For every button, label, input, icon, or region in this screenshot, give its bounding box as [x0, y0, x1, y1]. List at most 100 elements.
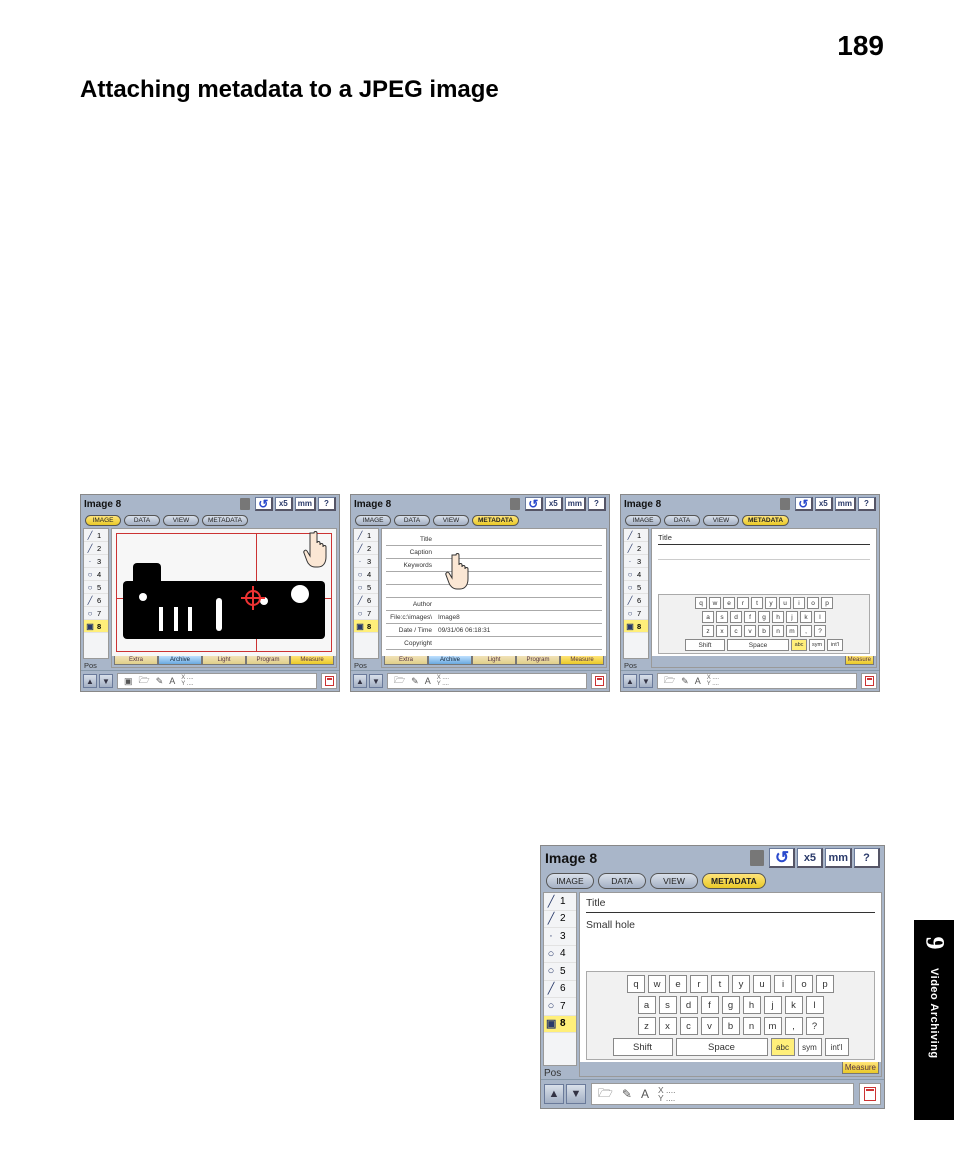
key[interactable]: h [743, 996, 761, 1014]
key[interactable]: d [680, 996, 698, 1014]
tab-data[interactable]: DATA [664, 515, 700, 526]
key-mode-intl[interactable]: int'l [825, 1038, 849, 1056]
key[interactable]: c [680, 1017, 698, 1035]
unit-mm-button[interactable]: mm [835, 497, 856, 511]
title-input-value[interactable]: Small hole [586, 919, 875, 933]
undo-button[interactable]: ↺ [769, 848, 795, 868]
open-icon[interactable]: 🗁 [598, 1084, 613, 1105]
text-a-icon[interactable]: A [695, 676, 701, 686]
tab-image[interactable]: IMAGE [546, 873, 594, 889]
key[interactable]: s [659, 996, 677, 1014]
strip-measure[interactable]: Measure [290, 656, 334, 665]
unit-mm-button[interactable]: mm [825, 848, 852, 868]
key[interactable]: u [753, 975, 771, 993]
key-mode-abc[interactable]: abc [771, 1038, 795, 1056]
tab-metadata[interactable]: METADATA [742, 515, 789, 526]
pen-icon[interactable]: ✎ [411, 676, 419, 687]
key[interactable]: x [659, 1017, 677, 1035]
strip-measure[interactable]: Measure [560, 656, 604, 665]
pen-icon[interactable]: ✎ [681, 676, 689, 687]
strip-archive[interactable]: Archive [428, 656, 472, 665]
key-mode-abc[interactable]: abc [791, 639, 807, 651]
key[interactable]: b [758, 625, 770, 637]
key[interactable]: h [772, 611, 784, 623]
strip-extra[interactable]: Extra [114, 656, 158, 665]
key[interactable]: q [695, 597, 707, 609]
unit-mm-button[interactable]: mm [295, 497, 316, 511]
report-button[interactable] [861, 673, 877, 689]
help-button[interactable]: ? [318, 497, 336, 511]
strip-measure[interactable]: Measure [845, 656, 874, 665]
key-mode-sym[interactable]: sym [809, 639, 825, 651]
key[interactable]: v [744, 625, 756, 637]
strip-program[interactable]: Program [246, 656, 290, 665]
key[interactable]: g [758, 611, 770, 623]
help-button[interactable]: ? [854, 848, 880, 868]
key[interactable]: ? [814, 625, 826, 637]
key[interactable]: x [716, 625, 728, 637]
key[interactable]: , [785, 1017, 803, 1035]
open-icon[interactable]: 🗁 [664, 673, 675, 689]
tab-image[interactable]: IMAGE [625, 515, 661, 526]
tab-data[interactable]: DATA [394, 515, 430, 526]
scroll-up-button[interactable]: ▲ [623, 674, 637, 688]
tab-view[interactable]: VIEW [433, 515, 469, 526]
tab-image[interactable]: IMAGE [355, 515, 391, 526]
tab-metadata[interactable]: METADATA [202, 515, 248, 526]
scroll-down-button[interactable]: ▼ [99, 674, 113, 688]
strip-measure[interactable]: Measure [842, 1062, 879, 1074]
undo-button[interactable]: ↺ [255, 497, 273, 511]
key[interactable]: m [764, 1017, 782, 1035]
scroll-down-button[interactable]: ▼ [566, 1084, 586, 1104]
key[interactable]: f [701, 996, 719, 1014]
key[interactable]: i [774, 975, 792, 993]
key-space[interactable]: Space [727, 639, 789, 651]
scroll-up-button[interactable]: ▲ [544, 1084, 564, 1104]
key[interactable]: v [701, 1017, 719, 1035]
help-button[interactable]: ? [858, 497, 876, 511]
key[interactable]: y [765, 597, 777, 609]
scroll-up-button[interactable]: ▲ [83, 674, 97, 688]
tab-metadata[interactable]: METADATA [472, 515, 519, 526]
tab-data[interactable]: DATA [124, 515, 160, 526]
key[interactable]: w [709, 597, 721, 609]
key[interactable]: b [722, 1017, 740, 1035]
tab-metadata[interactable]: METADATA [702, 873, 766, 889]
zoom-x5-button[interactable]: x5 [797, 848, 823, 868]
scroll-down-button[interactable]: ▼ [639, 674, 653, 688]
key[interactable]: j [764, 996, 782, 1014]
key[interactable]: ? [806, 1017, 824, 1035]
text-a-icon[interactable]: A [169, 676, 175, 686]
key-mode-intl[interactable]: int'l [827, 639, 843, 651]
key[interactable]: t [751, 597, 763, 609]
key[interactable]: p [821, 597, 833, 609]
tab-view[interactable]: VIEW [163, 515, 199, 526]
key[interactable]: f [744, 611, 756, 623]
key[interactable]: r [690, 975, 708, 993]
key[interactable]: o [807, 597, 819, 609]
zoom-x5-button[interactable]: x5 [545, 497, 563, 511]
undo-button[interactable]: ↺ [795, 497, 813, 511]
key-shift[interactable]: Shift [613, 1038, 673, 1056]
key[interactable]: p [816, 975, 834, 993]
strip-light[interactable]: Light [472, 656, 516, 665]
zoom-x5-button[interactable]: x5 [275, 497, 293, 511]
key[interactable]: k [800, 611, 812, 623]
key[interactable]: n [743, 1017, 761, 1035]
key[interactable]: k [785, 996, 803, 1014]
pen-icon[interactable]: ✎ [156, 676, 164, 687]
strip-program[interactable]: Program [516, 656, 560, 665]
key[interactable]: o [795, 975, 813, 993]
undo-button[interactable]: ↺ [525, 497, 543, 511]
key[interactable]: e [669, 975, 687, 993]
tab-view[interactable]: VIEW [703, 515, 739, 526]
tab-image[interactable]: IMAGE [85, 515, 121, 526]
strip-extra[interactable]: Extra [384, 656, 428, 665]
key-shift[interactable]: Shift [685, 639, 725, 651]
key[interactable]: z [702, 625, 714, 637]
key[interactable]: l [806, 996, 824, 1014]
key-space[interactable]: Space [676, 1038, 768, 1056]
help-button[interactable]: ? [588, 497, 606, 511]
key[interactable]: l [814, 611, 826, 623]
report-button[interactable] [859, 1083, 881, 1105]
